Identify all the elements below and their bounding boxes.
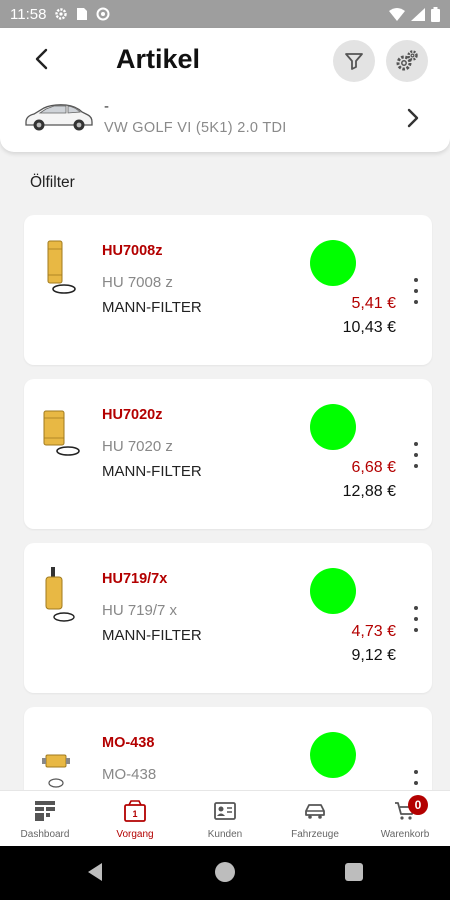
product-brand: MANN-FILTER (102, 299, 202, 316)
svg-text:1: 1 (132, 809, 137, 819)
nav-label: Kunden (207, 829, 243, 840)
oil-filter-image (45, 567, 75, 622)
more-options-icon[interactable] (412, 278, 420, 304)
kunden-icon (214, 802, 236, 820)
gross-price: 9,12 € (351, 647, 396, 664)
product-description: HU 7020 z (102, 438, 173, 455)
back-arrow-icon[interactable] (30, 46, 56, 72)
oil-filter-image (43, 410, 80, 456)
system-recents-icon[interactable] (345, 863, 363, 881)
oil-filter-image (42, 754, 70, 788)
chevron-right-icon[interactable] (402, 106, 424, 130)
product-description: HU 7008 z (102, 274, 173, 291)
status-time: 11:58 (10, 5, 47, 23)
vehicle-selector[interactable]: - VW GOLF VI (5K1) 2.0 TDI (0, 96, 450, 148)
availability-indicator (310, 568, 356, 614)
gears-icon (396, 50, 418, 71)
fahrzeuge-icon (305, 804, 325, 819)
gross-price: 10,43 € (342, 319, 396, 336)
nav-label: Warenkorb (380, 829, 430, 840)
battery-icon (431, 6, 440, 22)
nav-item-fahrzeuge[interactable]: Fahrzeuge (270, 791, 360, 846)
product-description: HU 719/7 x (102, 602, 178, 619)
product-code[interactable]: HU719/7x (102, 571, 167, 587)
oil-filter-image (47, 240, 76, 294)
product-description: MO-438 (102, 766, 157, 783)
filter-button[interactable] (333, 40, 375, 82)
wifi-icon (389, 7, 405, 21)
product-card[interactable]: HU719/7x HU 719/7 x MANN-FILTER 4,73 € 9… (24, 543, 432, 693)
gross-price: 12,88 € (342, 483, 396, 500)
availability-indicator (310, 240, 356, 286)
product-card[interactable]: HU7008z HU 7008 z MANN-FILTER 5,41 € 10,… (24, 215, 432, 365)
vorgang-icon: 1 (124, 800, 146, 822)
filter-icon (345, 53, 363, 70)
vehicle-name: VW GOLF VI (5K1) 2.0 TDI (104, 120, 287, 136)
availability-indicator (310, 732, 356, 778)
section-title: Ölfilter (30, 174, 75, 191)
nav-item-dashboard[interactable]: Dashboard (0, 791, 90, 846)
nav-item-kunden[interactable]: Kunden (180, 791, 270, 846)
availability-indicator (310, 404, 356, 450)
product-card[interactable]: HU7020z HU 7020 z MANN-FILTER 6,68 € 12,… (24, 379, 432, 529)
more-options-icon[interactable] (412, 442, 420, 468)
nav-label: Dashboard (20, 829, 70, 840)
nav-item-warenkorb[interactable]: 0 Warenkorb (360, 791, 450, 846)
status-bar: 11:58 (0, 0, 450, 28)
net-price: 6,68 € (351, 459, 396, 476)
nav-label: Fahrzeuge (291, 829, 339, 840)
cart-badge: 0 (408, 795, 428, 815)
product-brand: MANN-FILTER (102, 627, 202, 644)
system-home-icon[interactable] (215, 862, 235, 882)
net-price: 5,41 € (351, 295, 396, 312)
car-image (25, 104, 93, 131)
nav-item-vorgang[interactable]: 1 Vorgang (90, 791, 180, 846)
settings-button[interactable] (386, 40, 428, 82)
product-code[interactable]: HU7008z (102, 243, 162, 259)
product-code[interactable]: HU7020z (102, 407, 162, 423)
settings-status-icon (55, 8, 68, 20)
net-price: 4,73 € (351, 623, 396, 640)
system-back-icon[interactable] (86, 862, 104, 882)
header: Artikel - VW GOLF VI (5K1) 2.0 TDI (0, 28, 450, 152)
more-options-icon[interactable] (412, 606, 420, 632)
product-brand: MANN-FILTER (102, 463, 202, 480)
bottom-navigation: Dashboard 1 Vorgang Kunden Fahrzeuge 0 W… (0, 790, 450, 846)
signal-icon (411, 7, 425, 21)
vehicle-subtitle: - (104, 98, 109, 115)
circle-status-icon (96, 7, 110, 21)
product-code[interactable]: MO-438 (102, 735, 154, 751)
nav-label: Vorgang (116, 829, 154, 840)
sim-card-icon (77, 8, 88, 20)
dashboard-icon (35, 801, 55, 821)
page-title: Artikel (116, 44, 201, 74)
system-navigation-bar (0, 846, 450, 900)
